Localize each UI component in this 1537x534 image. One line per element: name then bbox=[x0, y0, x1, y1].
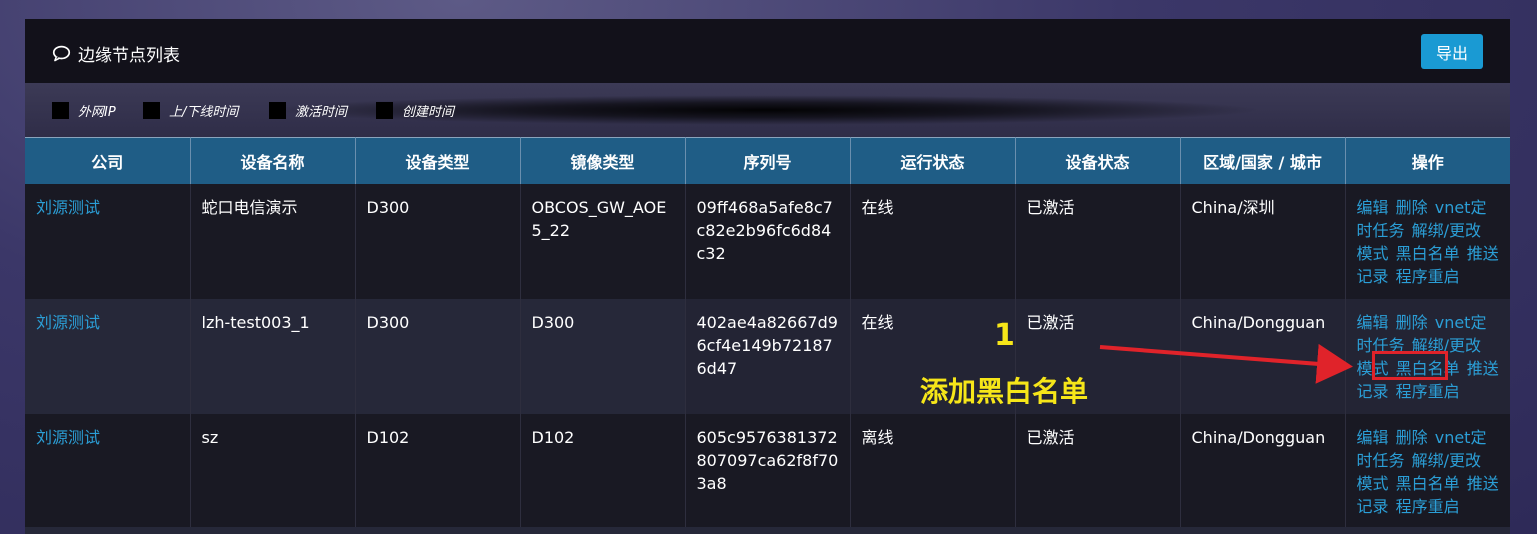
run-status-cell: 离线 bbox=[850, 413, 1016, 530]
table-header-row: 公司 设备名称 设备类型 镜像类型 序列号 运行状态 设备状态 区域/国家 / … bbox=[25, 137, 1510, 184]
program-restart-link[interactable]: 程序重启 bbox=[1396, 382, 1460, 401]
serial-cell: 402ae4a82667d96cf4e149b721876d47 bbox=[685, 298, 851, 414]
run-status-cell: 在线 bbox=[850, 183, 1016, 299]
device-name-cell: lzh-test003_1 bbox=[190, 298, 356, 414]
actions-cell: 编辑 删除 vnet定时任务 解绑/更改 模式 黑白名单 推送记录 程序重启 bbox=[1345, 413, 1510, 530]
unbind-change-link[interactable]: 解绑/更改 bbox=[1412, 221, 1481, 240]
region-cell: China/Dongguan bbox=[1180, 298, 1346, 414]
device-status-cell: 已激活 bbox=[1015, 413, 1181, 530]
device-name-cell: 蛇口电信演示 bbox=[190, 183, 356, 299]
filter-bar: 外网IP 上/下线时间 激活时间 创建时间 bbox=[25, 83, 1510, 137]
edit-link[interactable]: 编辑 bbox=[1357, 428, 1389, 447]
device-name-cell: sz bbox=[190, 413, 356, 530]
image-type-cell: D300 bbox=[520, 298, 686, 414]
comment-icon bbox=[52, 45, 71, 62]
column-header[interactable]: 操作 bbox=[1345, 137, 1510, 184]
filter-external-ip[interactable]: 外网IP bbox=[52, 101, 116, 120]
table-row: 刘源测试 lzh-test003_1 D300 D300 402ae4a8266… bbox=[25, 298, 1510, 414]
checkbox[interactable] bbox=[376, 102, 393, 119]
annotation-number: 1 bbox=[994, 318, 1015, 353]
checkbox[interactable] bbox=[269, 102, 286, 119]
annotation-text: 添加黑白名单 bbox=[920, 375, 1089, 408]
table-row: 刘源测试 sz D102 D102 605c9576381372807097ca… bbox=[25, 413, 1510, 530]
blacklist-whitelist-link[interactable]: 黑白名单 bbox=[1396, 244, 1460, 263]
device-type-cell: D102 bbox=[355, 413, 521, 530]
filter-creation-time[interactable]: 创建时间 bbox=[376, 101, 454, 120]
column-header[interactable]: 区域/国家 / 城市 bbox=[1180, 137, 1346, 184]
image-type-cell: OBCOS_GW_AOE5_22 bbox=[520, 183, 686, 299]
serial-cell: 605c9576381372807097ca62f8f703a8 bbox=[685, 413, 851, 530]
serial-cell: 09ff468a5afe8c7c82e2b96fc6d84c32 bbox=[685, 183, 851, 299]
region-cell: China/深圳 bbox=[1180, 183, 1346, 299]
device-type-cell: D300 bbox=[355, 298, 521, 414]
export-button[interactable]: 导出 bbox=[1421, 34, 1483, 69]
mode-link[interactable]: 模式 bbox=[1357, 244, 1389, 263]
edit-link[interactable]: 编辑 bbox=[1357, 313, 1389, 332]
next-row-peek bbox=[25, 527, 1510, 534]
column-header[interactable]: 设备类型 bbox=[355, 137, 521, 184]
checkbox[interactable] bbox=[52, 102, 69, 119]
column-header[interactable]: 镜像类型 bbox=[520, 137, 686, 184]
region-cell: China/Dongguan bbox=[1180, 413, 1346, 530]
unbind-change-link[interactable]: 解绑/更改 bbox=[1412, 451, 1481, 470]
column-header[interactable]: 公司 bbox=[25, 137, 191, 184]
annotation-highlight-box bbox=[1372, 351, 1448, 380]
program-restart-link[interactable]: 程序重启 bbox=[1396, 267, 1460, 286]
device-status-cell: 已激活 bbox=[1015, 183, 1181, 299]
actions-cell: 编辑 删除 vnet定时任务 解绑/更改 模式 黑白名单 推送记录 程序重启 bbox=[1345, 183, 1510, 299]
panel-header: 边缘节点列表 导出 bbox=[25, 19, 1510, 83]
device-table: 公司 设备名称 设备类型 镜像类型 序列号 运行状态 设备状态 区域/国家 / … bbox=[25, 137, 1510, 530]
column-header[interactable]: 设备状态 bbox=[1015, 137, 1181, 184]
company-link[interactable]: 刘源测试 bbox=[36, 313, 100, 332]
column-header[interactable]: 设备名称 bbox=[190, 137, 356, 184]
edit-link[interactable]: 编辑 bbox=[1357, 198, 1389, 217]
delete-link[interactable]: 删除 bbox=[1396, 313, 1428, 332]
delete-link[interactable]: 删除 bbox=[1396, 198, 1428, 217]
page-title-text: 边缘节点列表 bbox=[78, 46, 180, 66]
company-link[interactable]: 刘源测试 bbox=[36, 428, 100, 447]
filter-online-offline-time[interactable]: 上/下线时间 bbox=[143, 101, 238, 120]
mode-link[interactable]: 模式 bbox=[1357, 474, 1389, 493]
filter-label: 创建时间 bbox=[402, 105, 455, 120]
filter-label: 上/下线时间 bbox=[169, 105, 239, 120]
edge-node-panel: 边缘节点列表 导出 外网IP 上/下线时间 激活时间 创建时间 公司 设备名称 … bbox=[25, 19, 1510, 534]
program-restart-link[interactable]: 程序重启 bbox=[1396, 497, 1460, 516]
delete-link[interactable]: 删除 bbox=[1396, 428, 1428, 447]
checkbox[interactable] bbox=[143, 102, 160, 119]
blacklist-whitelist-link[interactable]: 黑白名单 bbox=[1396, 474, 1460, 493]
filter-label: 激活时间 bbox=[295, 105, 348, 120]
filter-activation-time[interactable]: 激活时间 bbox=[269, 101, 347, 120]
filter-label: 外网IP bbox=[78, 105, 116, 120]
column-header[interactable]: 运行状态 bbox=[850, 137, 1016, 184]
company-link[interactable]: 刘源测试 bbox=[36, 198, 100, 217]
column-header[interactable]: 序列号 bbox=[685, 137, 851, 184]
device-type-cell: D300 bbox=[355, 183, 521, 299]
table-row: 刘源测试 蛇口电信演示 D300 OBCOS_GW_AOE5_22 09ff46… bbox=[25, 183, 1510, 299]
image-type-cell: D102 bbox=[520, 413, 686, 530]
page-title: 边缘节点列表 bbox=[52, 41, 180, 66]
